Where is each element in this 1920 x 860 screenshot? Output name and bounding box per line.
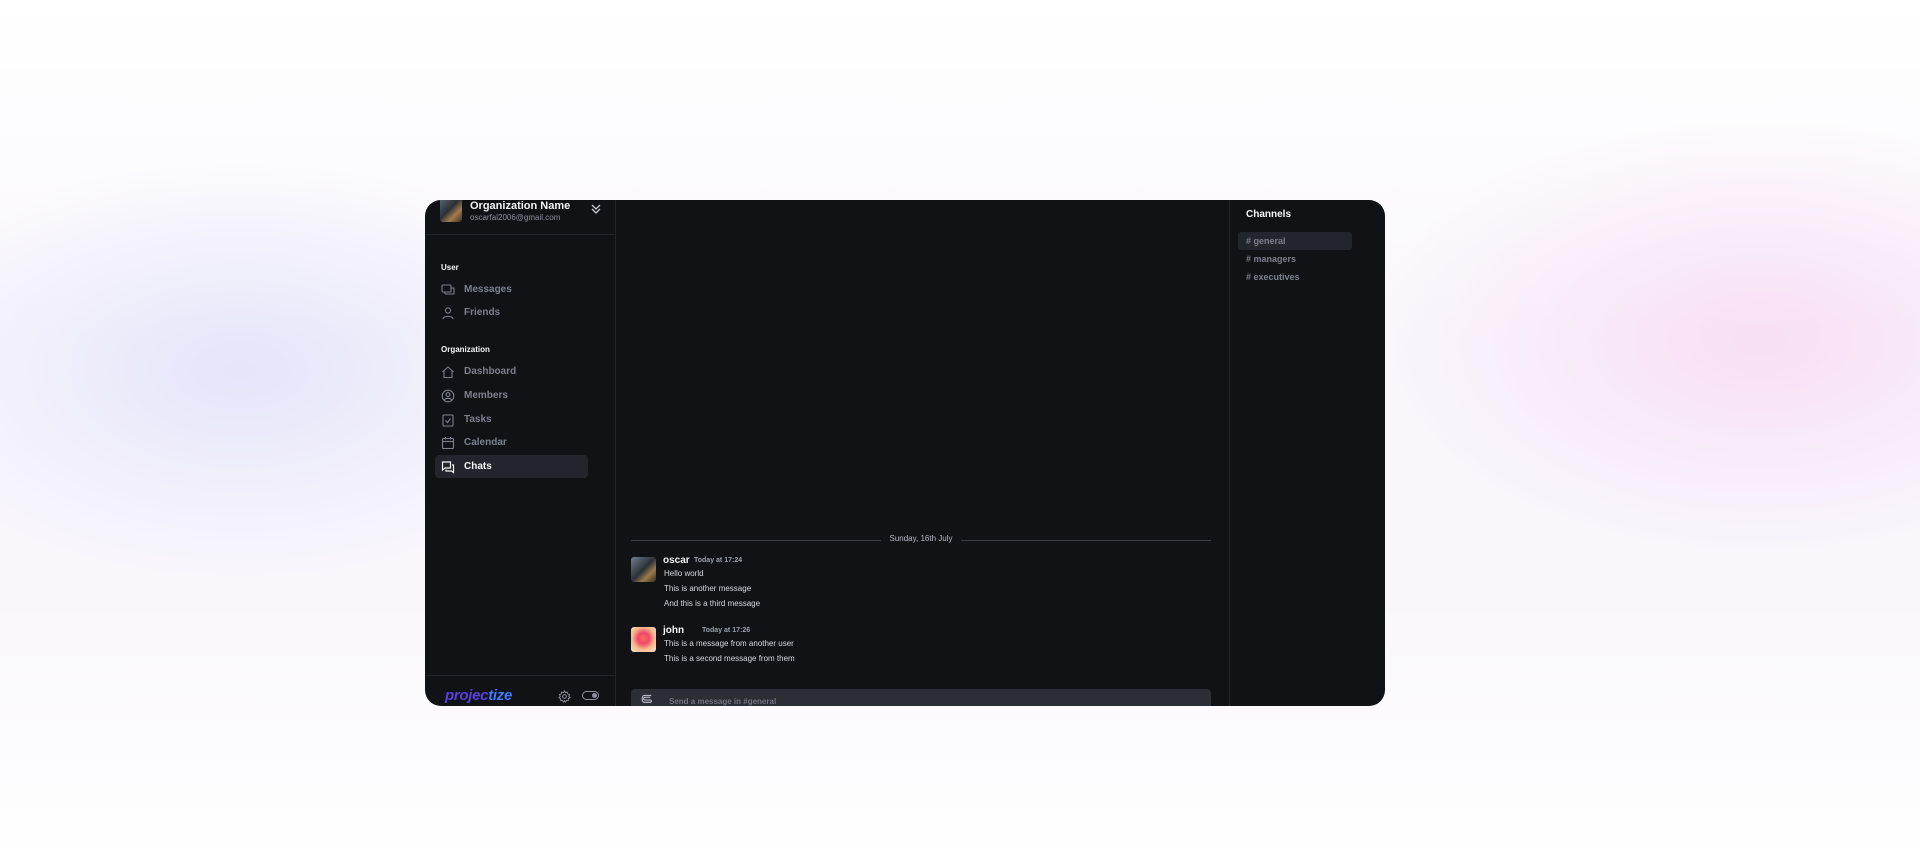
channels-panel: Channels # general # managers # executiv… bbox=[1230, 200, 1385, 706]
date-separator-label: Sunday, 16th July bbox=[882, 534, 960, 543]
org-email: oscarfal2006@gmail.com bbox=[470, 213, 561, 222]
sidebar-item-messages[interactable]: Messages bbox=[435, 278, 588, 301]
sidebar-item-members[interactable]: Members bbox=[435, 384, 588, 407]
sidebar-item-label: Members bbox=[464, 390, 508, 401]
message-text: Hello world bbox=[664, 569, 704, 578]
sidebar-item-calendar[interactable]: Calendar bbox=[435, 431, 588, 454]
channel-label: # managers bbox=[1246, 254, 1297, 264]
app-window: Organization Name oscarfal2006@gmail.com… bbox=[425, 200, 1385, 706]
message-composer bbox=[631, 689, 1211, 706]
org-section-label: Organization bbox=[441, 345, 490, 354]
calendar-icon bbox=[441, 436, 455, 450]
chat-panel: Sunday, 16th July oscar Today at 17:24 H… bbox=[616, 200, 1230, 706]
avatar[interactable] bbox=[631, 557, 656, 582]
clipboard-check-icon bbox=[441, 413, 455, 427]
sidebar-footer: projectize bbox=[425, 675, 615, 706]
message-text: And this is a third message bbox=[664, 599, 761, 608]
gear-icon[interactable] bbox=[558, 690, 571, 703]
message-text: This is a second message from them bbox=[664, 654, 795, 663]
chevron-double-down-icon[interactable] bbox=[590, 203, 602, 215]
date-separator: Sunday, 16th July bbox=[631, 534, 1211, 546]
message-timestamp: Today at 17:24 bbox=[694, 557, 743, 564]
channel-label: # executives bbox=[1246, 272, 1300, 282]
sidebar-item-chats[interactable]: Chats bbox=[435, 455, 588, 478]
sidebar-item-tasks[interactable]: Tasks bbox=[435, 408, 588, 431]
message-author[interactable]: john bbox=[663, 625, 684, 636]
sidebar-item-label: Calendar bbox=[464, 437, 507, 448]
message-author[interactable]: oscar bbox=[663, 555, 690, 566]
message-timestamp: Today at 17:26 bbox=[702, 627, 751, 634]
org-switcher[interactable]: Organization Name oscarfal2006@gmail.com bbox=[425, 200, 615, 235]
message-text: This is a message from another user bbox=[664, 639, 794, 648]
sidebar-item-dashboard[interactable]: Dashboard bbox=[435, 360, 588, 383]
sidebar-item-label: Chats bbox=[464, 461, 492, 472]
channel-label: # general bbox=[1246, 236, 1286, 246]
chats-icon bbox=[441, 460, 455, 474]
home-icon bbox=[441, 365, 455, 379]
channel-executives[interactable]: # executives bbox=[1238, 268, 1352, 286]
message-input[interactable] bbox=[667, 692, 1191, 706]
sidebar-item-label: Dashboard bbox=[464, 366, 517, 377]
sidebar-item-label: Friends bbox=[464, 307, 501, 318]
sidebar-item-friends[interactable]: Friends bbox=[435, 301, 588, 324]
sidebar-item-label: Messages bbox=[464, 284, 512, 295]
user-circle-icon bbox=[441, 389, 455, 403]
org-avatar bbox=[440, 200, 462, 222]
org-name: Organization Name bbox=[470, 200, 571, 212]
theme-toggle[interactable] bbox=[582, 691, 599, 700]
channels-title: Channels bbox=[1246, 209, 1292, 220]
messages-icon bbox=[441, 283, 455, 297]
avatar[interactable] bbox=[631, 627, 656, 652]
paperclip-icon[interactable] bbox=[641, 694, 654, 706]
channel-general[interactable]: # general bbox=[1238, 232, 1352, 250]
sidebar: Organization Name oscarfal2006@gmail.com… bbox=[425, 200, 616, 706]
projectize-logo: projectize bbox=[445, 687, 513, 704]
channel-managers[interactable]: # managers bbox=[1238, 250, 1352, 268]
message-text: This is another message bbox=[664, 584, 752, 593]
user-icon bbox=[441, 306, 455, 320]
sidebar-item-label: Tasks bbox=[464, 414, 492, 425]
user-section-label: User bbox=[441, 263, 459, 272]
